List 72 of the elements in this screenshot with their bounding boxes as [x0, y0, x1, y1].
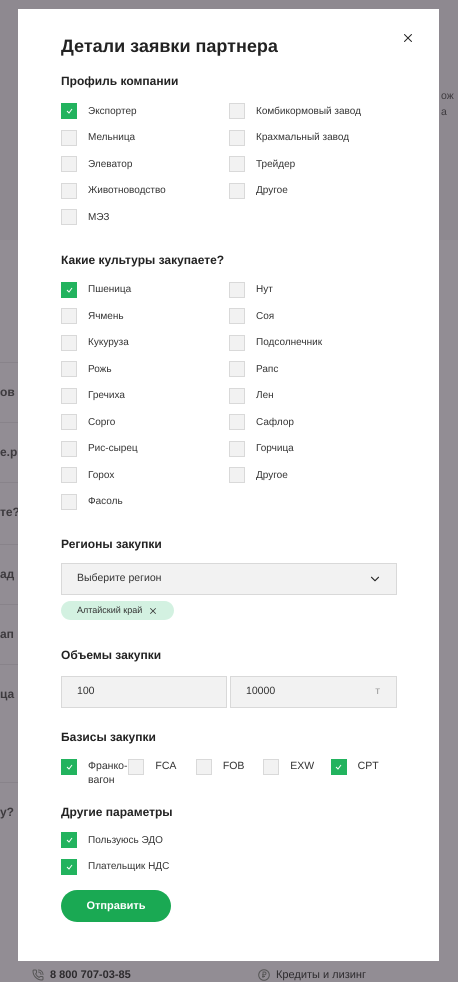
region-tag: Алтайский край	[61, 601, 174, 620]
checkbox-label: Горох	[88, 468, 114, 483]
checkbox-label: Гречиха	[88, 389, 125, 404]
section-heading: Регионы закупки	[61, 536, 163, 553]
check-icon	[66, 864, 72, 870]
background-text: ож	[441, 89, 454, 104]
volume-to-field[interactable]: 10000 т	[230, 676, 397, 708]
phone-icon	[32, 969, 44, 982]
section-heading: Какие культуры закупаете?	[61, 252, 226, 268]
background-text: ов	[0, 384, 15, 400]
checkbox[interactable]	[61, 832, 77, 848]
background-text: ад	[0, 566, 14, 582]
ruble-icon	[258, 969, 270, 982]
checkbox-label: Сорго	[88, 416, 116, 430]
remove-icon[interactable]	[148, 606, 158, 616]
checkbox-label: CPT	[358, 759, 379, 773]
dialog-title: Детали заявки партнера	[61, 35, 278, 57]
checkbox-label: Комбикормовый завод	[256, 104, 361, 119]
check-icon	[66, 764, 72, 770]
close-button[interactable]	[401, 31, 415, 45]
checkbox-label: Другое	[256, 184, 288, 198]
background-text: у?	[0, 804, 14, 820]
background-text: ца	[0, 686, 14, 702]
phone-number: 8 800 707-03-85	[50, 968, 131, 982]
background-text: е.р	[0, 444, 18, 460]
checkbox-label: Лен	[256, 389, 274, 404]
section-heading: Профиль компании	[61, 73, 180, 90]
checkbox-label: МЭЗ	[88, 210, 110, 225]
checkbox-label: Рожь	[88, 362, 112, 377]
checkbox-label: Кукуруза	[88, 336, 129, 350]
unit-label: т	[375, 684, 380, 700]
checkbox-label: Ячмень	[88, 310, 124, 324]
check-icon	[66, 837, 72, 844]
checkbox-label: Франко-вагон	[88, 759, 128, 787]
checkbox-label: Другое	[256, 468, 288, 483]
footer-link[interactable]: Кредиты и лизинг	[276, 967, 366, 982]
checkbox-label: Плательщик НДС	[88, 860, 170, 874]
checkbox[interactable]	[330, 759, 347, 775]
checkbox-label: FCA	[155, 759, 176, 773]
checkbox-label: Соя	[256, 310, 274, 324]
checkbox-label: Сафлор	[256, 416, 294, 430]
checkbox-label: Рапс	[256, 362, 278, 377]
volume-from-field[interactable]: 100	[61, 676, 227, 708]
check-icon	[66, 108, 72, 114]
section-heading: Другие параметры	[61, 804, 174, 821]
checkbox-label: Экспортер	[88, 104, 137, 119]
checkbox-label: Рис-сырец	[88, 442, 138, 456]
background-text: ап	[0, 626, 14, 642]
checkbox-label: Пользуюсь ЭДО	[88, 834, 163, 848]
section-heading: Объемы закупки	[61, 647, 162, 664]
checkbox[interactable]	[61, 103, 77, 120]
checkbox-label: Подсолнечник	[256, 336, 322, 350]
checkbox-label: Мельница	[88, 131, 136, 146]
checkbox-label: EXW	[290, 759, 314, 773]
checkbox-label: Горчица	[256, 442, 294, 456]
checkbox-label: Животноводство	[88, 184, 166, 198]
background-text: а	[441, 105, 448, 120]
region-select[interactable]: Выберите регион	[61, 563, 397, 595]
checkbox[interactable]	[61, 282, 77, 298]
checkbox-label: Нут	[256, 283, 273, 298]
checkbox[interactable]	[61, 759, 77, 775]
background-text: те?	[0, 504, 20, 520]
section-heading: Базисы закупки	[61, 729, 157, 746]
checkbox-label: Элеватор	[88, 158, 132, 172]
checkbox-label: Трейдер	[256, 158, 296, 172]
checkbox-label: FOB	[222, 759, 244, 773]
checkbox-label: Крахмальный завод	[256, 131, 350, 146]
checkbox-label: Пшеница	[88, 283, 132, 298]
check-icon	[66, 286, 72, 293]
check-icon	[335, 764, 342, 770]
checkbox[interactable]	[61, 858, 77, 875]
checkbox-label: Фасоль	[88, 495, 123, 510]
